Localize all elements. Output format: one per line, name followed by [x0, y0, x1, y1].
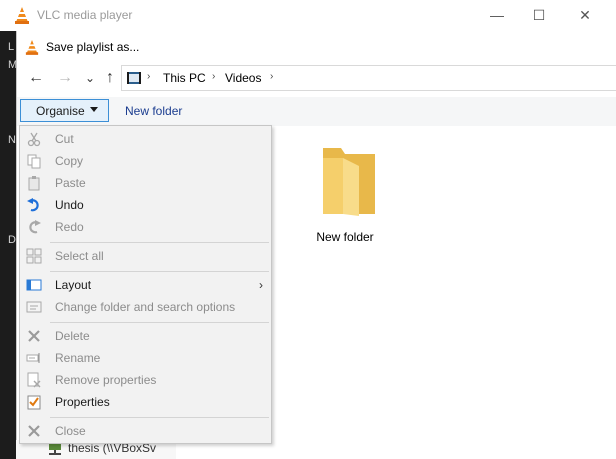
close-icon: [28, 425, 40, 437]
minimize-button[interactable]: —: [474, 0, 520, 31]
menu-item-label: Rename: [55, 351, 101, 365]
close-window-button[interactable]: ✕: [562, 0, 608, 31]
up-button[interactable]: ↑: [99, 65, 121, 91]
new-folder-button[interactable]: New folder: [125, 104, 182, 118]
menu-item-label: Copy: [55, 154, 84, 168]
recent-locations-button[interactable]: ⌄: [79, 65, 101, 91]
menu-item-label: Cut: [55, 132, 74, 146]
back-button[interactable]: ←: [25, 65, 47, 91]
dialog-title: Save playlist as...: [46, 40, 140, 54]
breadcrumb-separator: ›: [212, 71, 216, 82]
menu-item-cut[interactable]: Cut: [21, 128, 271, 150]
redo-icon: [29, 220, 41, 234]
menu-item-label: Layout: [55, 278, 92, 292]
layout-icon: [26, 279, 42, 291]
submenu-arrow-icon: ›: [259, 278, 263, 292]
menu-separator: [50, 242, 269, 243]
background-text-fragment: N: [8, 134, 16, 146]
menu-item-paste[interactable]: Paste: [21, 172, 271, 194]
maximize-button[interactable]: ☐: [516, 0, 562, 31]
delete-icon: [28, 330, 40, 342]
breadcrumb-separator: ›: [147, 71, 151, 82]
menu-item-label: Delete: [55, 329, 90, 343]
cut-icon: [27, 132, 41, 147]
options-icon: [26, 301, 42, 313]
menu-item-label: Remove properties: [55, 373, 157, 387]
video-library-icon: [127, 72, 141, 84]
command-toolbar: Organise New folder: [17, 97, 616, 126]
network-drive-icon: [49, 444, 61, 455]
folder-icon: [323, 148, 375, 216]
folder-label: New folder: [316, 230, 374, 244]
vlc-cone-icon: [25, 40, 39, 55]
caret-down-icon: [90, 107, 98, 112]
navigation-bar: ← → ⌄ ↑ › This PC › Videos ›: [17, 65, 616, 93]
menu-item-properties[interactable]: Properties: [21, 391, 271, 413]
menu-item-label: Paste: [55, 176, 86, 190]
menu-item-delete[interactable]: Delete: [21, 325, 271, 347]
organise-button[interactable]: Organise: [20, 99, 109, 122]
organise-menu: Cut Copy Paste Undo Redo Select all Layo…: [19, 125, 272, 444]
remove-properties-icon: [27, 372, 41, 388]
rename-icon: [26, 353, 40, 363]
menu-item-folder-options[interactable]: Change folder and search options: [21, 296, 271, 318]
background-text-fragment: D: [8, 234, 16, 246]
forward-button[interactable]: →: [54, 65, 76, 91]
vlc-title: VLC media player: [37, 8, 133, 22]
organise-label: Organise: [36, 104, 85, 118]
menu-item-layout[interactable]: Layout ›: [21, 274, 271, 296]
paste-icon: [28, 176, 40, 191]
vlc-cone-icon: [15, 7, 29, 24]
dialog-titlebar: Save playlist as...: [17, 31, 616, 61]
menu-item-label: Redo: [55, 220, 84, 234]
vlc-background-panel: L M N D: [0, 31, 18, 459]
breadcrumb-videos[interactable]: Videos: [225, 71, 261, 85]
menu-separator: [50, 417, 269, 418]
menu-item-copy[interactable]: Copy: [21, 150, 271, 172]
breadcrumb-separator: ›: [270, 71, 274, 82]
menu-item-redo[interactable]: Redo: [21, 216, 271, 238]
menu-separator: [50, 271, 269, 272]
menu-item-close[interactable]: Close: [21, 420, 271, 442]
folder-item[interactable]: New folder: [313, 144, 379, 244]
menu-item-label: Undo: [55, 198, 84, 212]
background-text-fragment: L: [8, 41, 15, 53]
select-all-icon: [26, 248, 42, 264]
background-text-fragment: M: [8, 59, 18, 71]
menu-item-label: Select all: [55, 249, 104, 263]
menu-item-remove-properties[interactable]: Remove properties: [21, 369, 271, 391]
menu-separator: [50, 322, 269, 323]
breadcrumb-this-pc[interactable]: This PC: [163, 71, 206, 85]
menu-item-undo[interactable]: Undo: [21, 194, 271, 216]
menu-item-label: Change folder and search options: [55, 300, 236, 314]
menu-item-select-all[interactable]: Select all: [21, 245, 271, 267]
vlc-titlebar: VLC media player — ☐ ✕: [0, 0, 616, 31]
menu-item-label: Properties: [55, 395, 110, 409]
menu-item-rename[interactable]: Rename: [21, 347, 271, 369]
undo-icon: [27, 198, 39, 212]
address-bar[interactable]: › This PC › Videos ›: [121, 65, 616, 91]
properties-icon: [27, 395, 41, 410]
copy-icon: [27, 154, 41, 169]
menu-item-label: Close: [55, 424, 86, 438]
